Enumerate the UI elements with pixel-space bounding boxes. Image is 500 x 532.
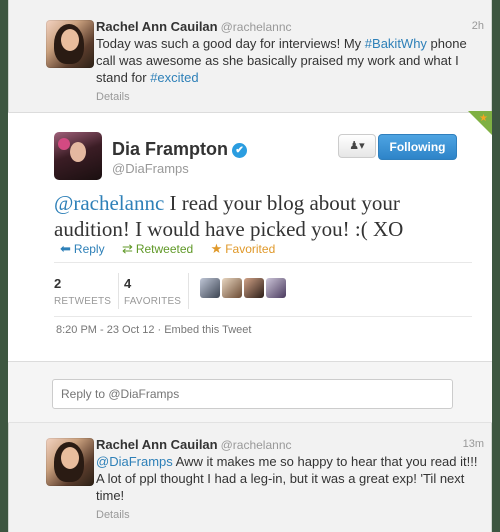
- user-actions-button[interactable]: ♟▾: [338, 134, 376, 158]
- avatar[interactable]: [200, 278, 220, 298]
- retweets-stat[interactable]: 2 RETWEETS: [54, 276, 111, 307]
- author-handle[interactable]: @DiaFramps: [112, 161, 189, 176]
- details-link[interactable]: Details: [96, 89, 484, 106]
- favorite-corner-badge: ★: [468, 111, 492, 135]
- author-name[interactable]: Dia Frampton ✔: [112, 139, 248, 160]
- star-icon: ★: [210, 241, 223, 256]
- tweet-text: Today was such a good day for interviews…: [96, 36, 467, 85]
- retweet-action[interactable]: ⇄ Retweeted: [121, 241, 193, 256]
- user-icon: ♟: [349, 140, 360, 152]
- avatar[interactable]: [46, 20, 94, 68]
- author-name[interactable]: Rachel Ann Cauilan: [96, 437, 218, 452]
- avatar[interactable]: [54, 132, 102, 180]
- following-button[interactable]: Following: [378, 134, 457, 160]
- avatar[interactable]: [46, 438, 94, 486]
- divider: [118, 273, 119, 309]
- reply-box-area: [8, 362, 492, 423]
- hashtag-link[interactable]: #excited: [150, 70, 198, 85]
- retweet-icon: ⇄: [121, 241, 133, 256]
- avatar[interactable]: [266, 278, 286, 298]
- tweet-time[interactable]: 2h: [472, 18, 484, 35]
- mention-link[interactable]: @rachelannc: [54, 191, 164, 215]
- top-tweet[interactable]: Rachel Ann Cauilan @rachelannc 2h Today w…: [0, 18, 500, 106]
- star-icon: ★: [479, 113, 488, 124]
- reply-tweet[interactable]: Rachel Ann Cauilan @rachelannc 13m @DiaFr…: [0, 436, 500, 524]
- author-handle[interactable]: @rachelannc: [221, 438, 292, 452]
- avatar[interactable]: [222, 278, 242, 298]
- main-tweet: ★ Dia Frampton ✔ @DiaFramps ♟▾ Following …: [8, 111, 492, 362]
- author-name[interactable]: Rachel Ann Cauilan: [96, 19, 218, 34]
- favorites-stat[interactable]: 4 FAVORITES: [124, 276, 181, 307]
- verified-icon: ✔: [232, 143, 248, 158]
- reply-action[interactable]: ⬅ Reply: [60, 241, 105, 256]
- tweet-time[interactable]: 13m: [463, 436, 484, 453]
- avatar[interactable]: [244, 278, 264, 298]
- mention-link[interactable]: @DiaFramps: [96, 454, 173, 469]
- tweet-timestamp[interactable]: 8:20 PM - 23 Oct 12: [56, 324, 154, 336]
- divider: [188, 273, 189, 309]
- author-handle[interactable]: @rachelannc: [221, 20, 292, 34]
- reply-input[interactable]: [52, 379, 453, 409]
- tweet-actions: ⬅ Reply ⇄ Retweeted ★ Favorited: [60, 241, 289, 257]
- divider: [54, 262, 472, 263]
- hashtag-link[interactable]: #BakitWhy: [365, 36, 427, 51]
- tweet-text: @DiaFramps Aww it makes me so happy to h…: [96, 454, 478, 503]
- chevron-down-icon: ▾: [359, 140, 365, 152]
- details-link[interactable]: Details: [96, 507, 484, 524]
- tweet-text: @rachelannc I read your blog about your …: [54, 191, 404, 241]
- tweet-meta: 8:20 PM - 23 Oct 12 · Embed this Tweet: [56, 324, 252, 336]
- favoriters-avatars: [200, 278, 288, 303]
- embed-tweet-link[interactable]: Embed this Tweet: [164, 324, 251, 336]
- divider: [54, 316, 472, 317]
- reply-icon: ⬅: [60, 241, 71, 256]
- favorite-action[interactable]: ★ Favorited: [210, 241, 276, 256]
